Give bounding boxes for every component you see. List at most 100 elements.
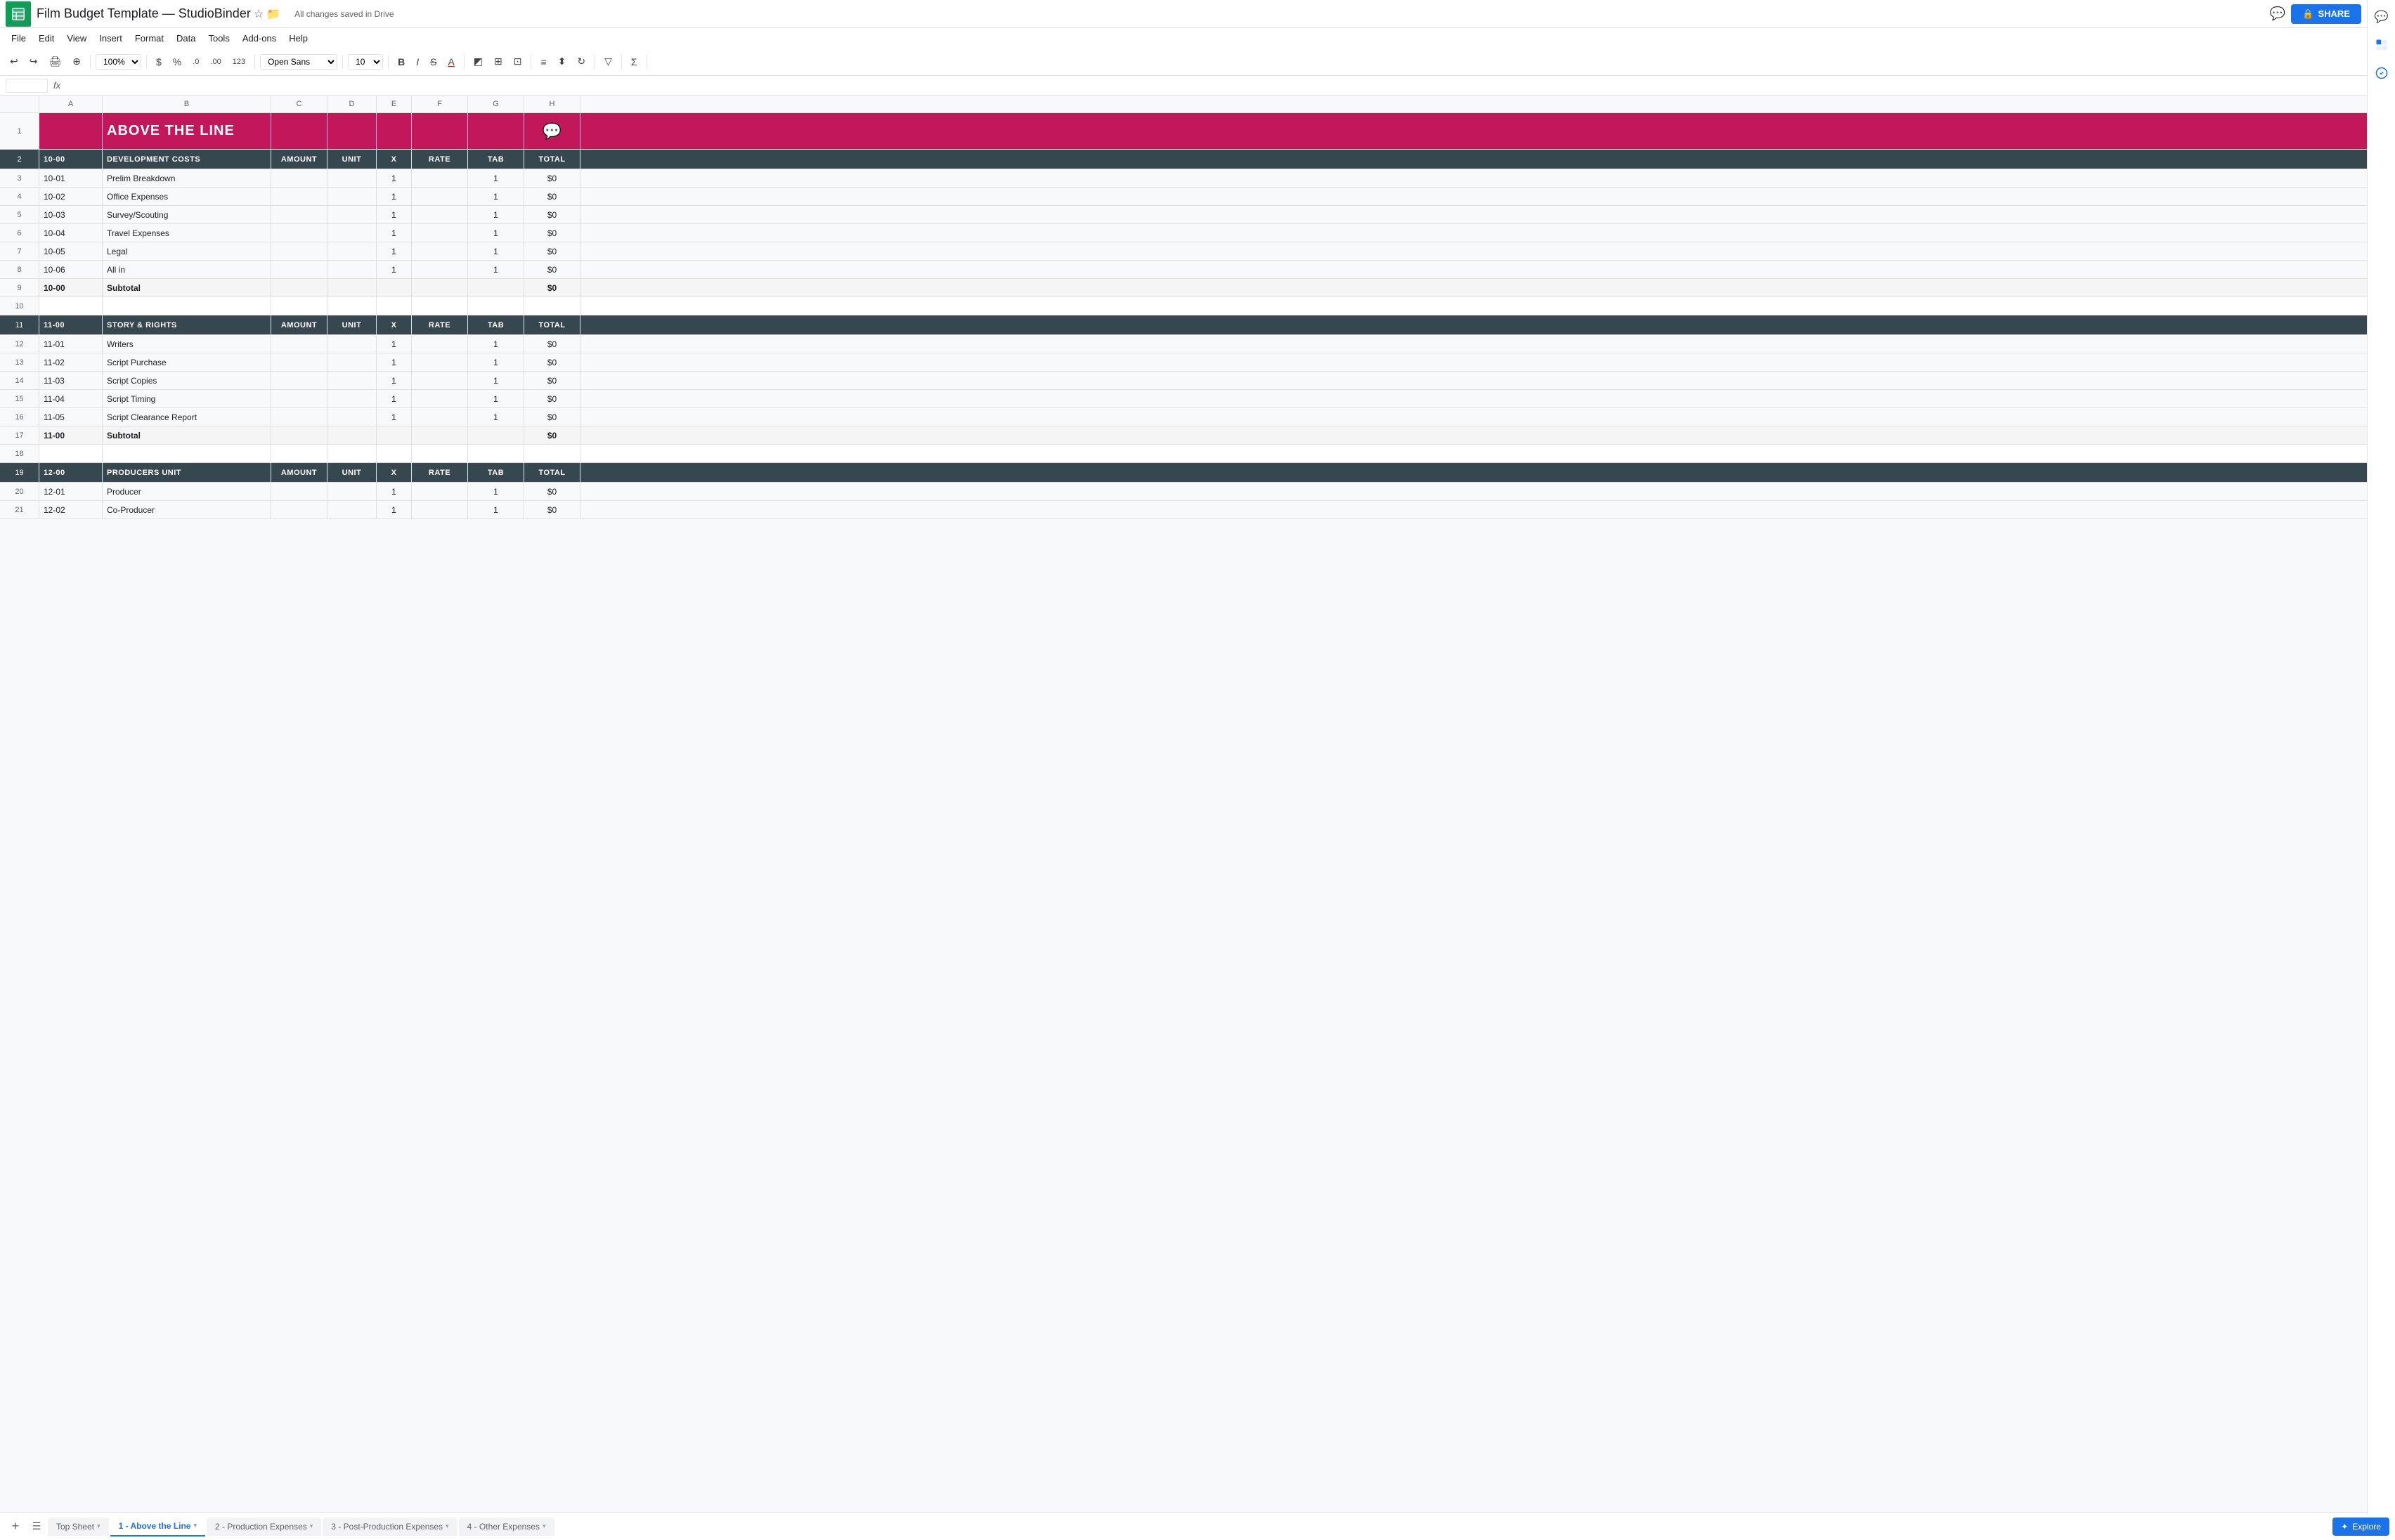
share-button[interactable]: 🔒 SHARE [2291,4,2361,24]
cell-21d[interactable] [327,501,377,518]
rotate-button[interactable]: ↻ [573,53,590,70]
valign-button[interactable]: ⬍ [554,53,571,70]
cell-16c[interactable] [271,408,327,426]
cell-12b[interactable]: Writers [103,335,271,353]
cell-3b[interactable]: Prelim Breakdown [103,169,271,187]
cell-9a[interactable]: 10-00 [39,279,103,296]
strikethrough-button[interactable]: S [426,53,441,70]
cell-11b[interactable]: STORY & RIGHTS [103,315,271,334]
fontsize-select[interactable]: 10 [348,54,383,70]
menu-help[interactable]: Help [283,32,313,45]
cell-19c[interactable]: AMOUNT [271,463,327,482]
cell-14f[interactable] [412,372,468,389]
cell-21h[interactable]: $0 [524,501,580,518]
cell-19e[interactable]: X [377,463,412,482]
cell-4e[interactable]: 1 [377,188,412,205]
cell-11e[interactable]: X [377,315,412,334]
cell-18g[interactable] [468,445,524,462]
cell-10d[interactable] [327,297,377,315]
col-header-b[interactable]: B [103,96,271,112]
cell-8b[interactable]: All in [103,261,271,278]
cell-16d[interactable] [327,408,377,426]
cell-15d[interactable] [327,390,377,407]
tab-production-expenses[interactable]: 2 - Production Expenses ▾ [207,1518,321,1536]
cell-18e[interactable] [377,445,412,462]
cell-8g[interactable]: 1 [468,261,524,278]
cell-10e[interactable] [377,297,412,315]
cell-7c[interactable] [271,242,327,260]
menu-file[interactable]: File [6,32,32,45]
star-icon[interactable]: ☆ [254,7,264,21]
cell-1g[interactable] [468,113,524,149]
menu-data[interactable]: Data [171,32,201,45]
cell-8a[interactable]: 10-06 [39,261,103,278]
cell-6c[interactable] [271,224,327,242]
folder-icon[interactable]: 📁 [266,7,280,21]
cell-11g[interactable]: TAB [468,315,524,334]
cell-9d[interactable] [327,279,377,296]
cell-14g[interactable]: 1 [468,372,524,389]
cell-14a[interactable]: 11-03 [39,372,103,389]
cell-12c[interactable] [271,335,327,353]
cell-6g[interactable]: 1 [468,224,524,242]
comment-button[interactable]: 💬 [2270,6,2285,21]
currency-button[interactable]: $ [152,53,166,70]
zoom-select[interactable]: 100% [96,54,141,70]
cell-12g[interactable]: 1 [468,335,524,353]
cell-19f[interactable]: RATE [412,463,468,482]
menu-format[interactable]: Format [129,32,169,45]
cell-19h[interactable]: TOTAL [524,463,580,482]
cell-5f[interactable] [412,206,468,223]
side-chat-icon[interactable]: 💬 [2370,6,2393,28]
cell-4g[interactable]: 1 [468,188,524,205]
cell-6e[interactable]: 1 [377,224,412,242]
cell-13c[interactable] [271,353,327,371]
cell-20d[interactable] [327,483,377,500]
cell-17g[interactable] [468,426,524,444]
cell-7e[interactable]: 1 [377,242,412,260]
sheet-scroll[interactable]: A B C D E F G H 1 ABOVE THE LINE 💬 2 [0,96,2395,1512]
col-header-a[interactable]: A [39,96,103,112]
cell-13f[interactable] [412,353,468,371]
cell-1a[interactable] [39,113,103,149]
cell-17h[interactable]: $0 [524,426,580,444]
cell-13b[interactable]: Script Purchase [103,353,271,371]
cell-6a[interactable]: 10-04 [39,224,103,242]
cell-21e[interactable]: 1 [377,501,412,518]
cell-8d[interactable] [327,261,377,278]
cell-21f[interactable] [412,501,468,518]
cell-3h[interactable]: $0 [524,169,580,187]
cell-2h[interactable]: TOTAL [524,150,580,169]
menu-addons[interactable]: Add-ons [237,32,282,45]
formula-sum-button[interactable]: Σ [627,53,642,70]
cell-13e[interactable]: 1 [377,353,412,371]
cell-5e[interactable]: 1 [377,206,412,223]
tab-top-sheet[interactable]: Top Sheet ▾ [48,1518,109,1536]
explore-button[interactable]: ✦ Explore [2332,1518,2389,1536]
cell-11a[interactable]: 11-00 [39,315,103,334]
cell-21b[interactable]: Co-Producer [103,501,271,518]
cell-9c[interactable] [271,279,327,296]
cell-12h[interactable]: $0 [524,335,580,353]
cell-10a[interactable] [39,297,103,315]
cell-8h[interactable]: $0 [524,261,580,278]
fillcolor-button[interactable]: ◩ [469,53,487,70]
cell-18c[interactable] [271,445,327,462]
cell-10c[interactable] [271,297,327,315]
menu-edit[interactable]: Edit [33,32,60,45]
cell-3e[interactable]: 1 [377,169,412,187]
cell-17d[interactable] [327,426,377,444]
cell-15c[interactable] [271,390,327,407]
side-sheets-icon[interactable] [2370,34,2393,56]
cell-21g[interactable]: 1 [468,501,524,518]
bold-button[interactable]: B [394,53,409,70]
cell-16g[interactable]: 1 [468,408,524,426]
cell-7a[interactable]: 10-05 [39,242,103,260]
cell-reference-input[interactable] [6,79,48,93]
cell-1b[interactable]: ABOVE THE LINE [103,113,271,149]
cell-12e[interactable]: 1 [377,335,412,353]
cell-4c[interactable] [271,188,327,205]
col-header-h[interactable]: H [524,96,580,112]
cell-7h[interactable]: $0 [524,242,580,260]
cell-20c[interactable] [271,483,327,500]
